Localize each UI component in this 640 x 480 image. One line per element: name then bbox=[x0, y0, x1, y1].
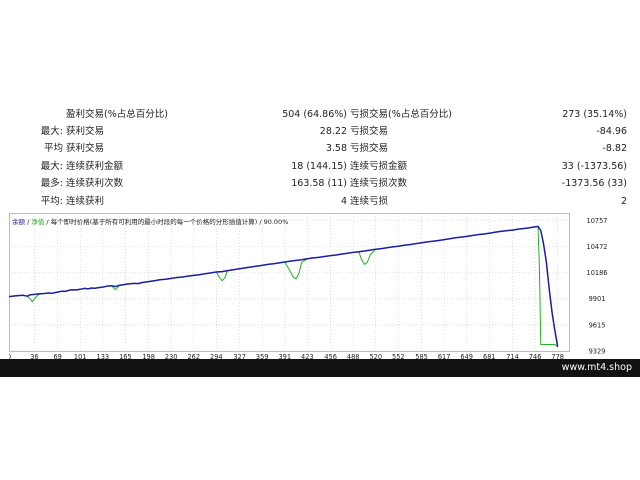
footer-bar: www.mt4.shop bbox=[0, 359, 640, 377]
max-consecutive-wins-value: 18 (144.15) bbox=[291, 161, 347, 172]
chart-legend: 余额 / 净值 / 每个即时价格(基于所有可利用的最小时段的每一个价格的分形插值… bbox=[12, 216, 288, 226]
average-consecutive-wins-value: 4 bbox=[340, 196, 347, 207]
balance-series-line bbox=[9, 225, 559, 347]
largest-profit-label: 获利交易 bbox=[66, 126, 105, 137]
chart-canvas: 0366910113316519823026229432735939142345… bbox=[9, 213, 608, 360]
y-tick-label: 9329 bbox=[589, 347, 606, 355]
stats-row-max-consecutive-count: 最多: 连续获利次数 163.58 (11) 连续亏损次数 -1373.56 (… bbox=[0, 175, 640, 193]
stats-row-trades-percent: 盈利交易(%占总百分比) 504 (64.86%) 亏损交易(%占总百分比) 2… bbox=[0, 106, 640, 124]
stats-row-prefix: 最大: bbox=[40, 161, 63, 172]
profit-trades-label: 盈利交易(%占总百分比) bbox=[66, 109, 168, 120]
loss-trades-label: 亏损交易(%占总百分比) bbox=[350, 109, 452, 120]
y-tick-label: 10186 bbox=[587, 269, 608, 277]
stats-row-prefix: 平均 bbox=[43, 143, 63, 154]
legend-model-text: 每个即时价格(基于所有可利用的最小时段的每一个价格的分形插值计算) / 90.0… bbox=[50, 218, 289, 226]
site-watermark: www.mt4.shop bbox=[561, 362, 632, 373]
max-consecutive-losses-value: 33 (-1373.56) bbox=[561, 161, 627, 172]
y-tick-label: 10472 bbox=[587, 243, 608, 251]
largest-loss-value: -84.96 bbox=[596, 126, 627, 137]
max-consecutive-loss-value: -1373.56 (33) bbox=[561, 178, 627, 189]
max-consecutive-profit-value: 163.58 (11) bbox=[291, 178, 347, 189]
trade-statistics-table: 盈利交易(%占总百分比) 504 (64.86%) 亏损交易(%占总百分比) 2… bbox=[0, 102, 640, 212]
y-tick-label: 10757 bbox=[587, 217, 608, 225]
legend-equity: 净值 bbox=[31, 218, 45, 226]
max-consecutive-loss-label: 连续亏损次数 bbox=[350, 178, 408, 189]
stats-row-max-consecutive-amount: 最大: 连续获利金额 18 (144.15) 连续亏损金额 33 (-1373.… bbox=[0, 158, 640, 176]
average-consecutive-losses-value: 2 bbox=[620, 196, 627, 207]
average-consecutive-losses-label: 连续亏损 bbox=[350, 196, 389, 207]
largest-profit-value: 28.22 bbox=[319, 126, 347, 137]
average-profit-label: 获利交易 bbox=[66, 143, 105, 154]
legend-balance: 余额 bbox=[12, 218, 25, 226]
stats-row-average-consecutive: 平均: 连续获利 4 连续亏损 2 bbox=[0, 193, 640, 211]
max-consecutive-losses-label: 连续亏损金额 bbox=[350, 161, 408, 172]
max-consecutive-wins-label: 连续获利金额 bbox=[66, 161, 124, 172]
average-profit-value: 3.58 bbox=[325, 143, 347, 154]
average-consecutive-wins-label: 连续获利 bbox=[66, 196, 105, 207]
largest-loss-label: 亏损交易 bbox=[350, 126, 389, 137]
stats-row-prefix: 平均: bbox=[40, 196, 63, 207]
y-tick-label: 9901 bbox=[589, 295, 606, 303]
loss-trades-value: 273 (35.14%) bbox=[562, 109, 627, 120]
stats-row-largest: 最大: 获利交易 28.22 亏损交易 -84.96 bbox=[0, 123, 640, 141]
profit-trades-value: 504 (64.86%) bbox=[282, 109, 347, 120]
stats-row-prefix: 最多: bbox=[40, 178, 63, 189]
equity-series-line bbox=[9, 225, 559, 348]
balance-equity-chart: 0366910113316519823026229432735939142345… bbox=[9, 213, 631, 360]
y-tick-label: 9615 bbox=[589, 321, 606, 329]
stats-row-prefix: 最大: bbox=[40, 126, 63, 137]
average-loss-label: 亏损交易 bbox=[350, 143, 389, 154]
max-consecutive-profit-label: 连续获利次数 bbox=[66, 178, 124, 189]
average-loss-value: -8.82 bbox=[602, 143, 627, 154]
stats-row-average: 平均 获利交易 3.58 亏损交易 -8.82 bbox=[0, 140, 640, 158]
